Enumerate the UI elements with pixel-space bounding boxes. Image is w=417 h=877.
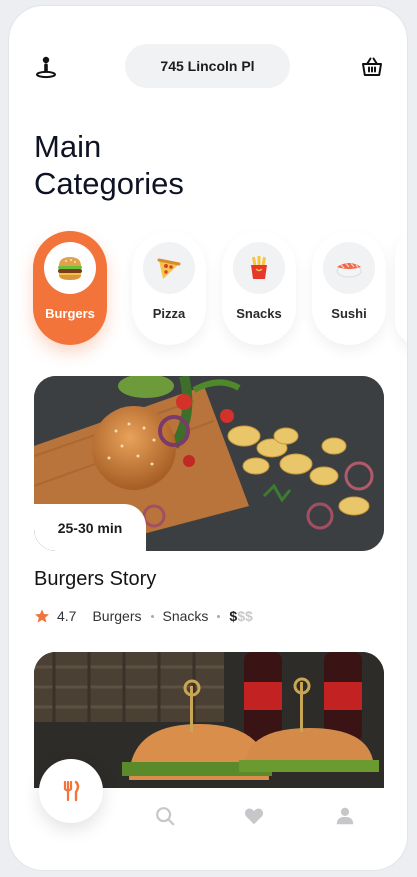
restaurants-tab[interactable] (39, 759, 103, 823)
pizza-icon (143, 242, 195, 294)
tag-burgers: Burgers (92, 608, 142, 624)
delivery-time-text: 25-30 min (57, 519, 123, 536)
search-tab[interactable] (152, 803, 178, 829)
category-label: Pizza (152, 306, 186, 321)
search-icon (154, 805, 176, 827)
top-bar: 745 Lincoln Pl (9, 6, 407, 116)
category-label: Snacks (236, 306, 282, 321)
favorites-tab[interactable] (241, 803, 267, 829)
location-selector[interactable]: 745 Lincoln Pl (125, 44, 290, 88)
category-sushi[interactable]: Sushi (312, 231, 386, 345)
category-label: Sushi (331, 306, 367, 321)
price-level-active: $ (229, 608, 238, 624)
star-icon (34, 608, 50, 624)
title-line-1: Main (34, 129, 102, 164)
profile-tab[interactable] (332, 803, 358, 829)
separator-dot (217, 614, 221, 618)
page-title: Main Categories (34, 128, 334, 202)
profile-icon (334, 805, 356, 827)
tag-snacks: Snacks (162, 608, 209, 624)
location-text: 745 Lincoln Pl (160, 58, 255, 74)
category-burgers[interactable]: Burgers (33, 231, 107, 345)
basket-icon[interactable] (357, 52, 387, 82)
location-person-icon[interactable] (31, 52, 61, 82)
title-line-2: Categories (34, 166, 184, 201)
sushi-icon (323, 242, 375, 294)
phone-frame: 745 Lincoln Pl Main Categories Burgers P… (9, 6, 407, 870)
fries-icon (233, 242, 285, 294)
category-next-peek[interactable] (395, 231, 407, 345)
rating-value: 4.7 (57, 608, 77, 624)
restaurant-meta: 4.7 Burgers Snacks $ $$ (34, 605, 253, 627)
burger-icon (44, 242, 96, 294)
category-list: Burgers Pizza Snacks Sushi (33, 231, 407, 351)
category-snacks[interactable]: Snacks (222, 231, 296, 345)
restaurant-name[interactable]: Burgers Story (34, 568, 156, 591)
delivery-time-badge: 25-30 min (34, 504, 146, 551)
price-level-inactive: $$ (237, 608, 253, 624)
heart-icon (243, 805, 265, 827)
category-label: Burgers (45, 306, 95, 321)
restaurants-icon (59, 779, 83, 803)
separator-dot (150, 614, 154, 618)
category-pizza[interactable]: Pizza (132, 231, 206, 345)
